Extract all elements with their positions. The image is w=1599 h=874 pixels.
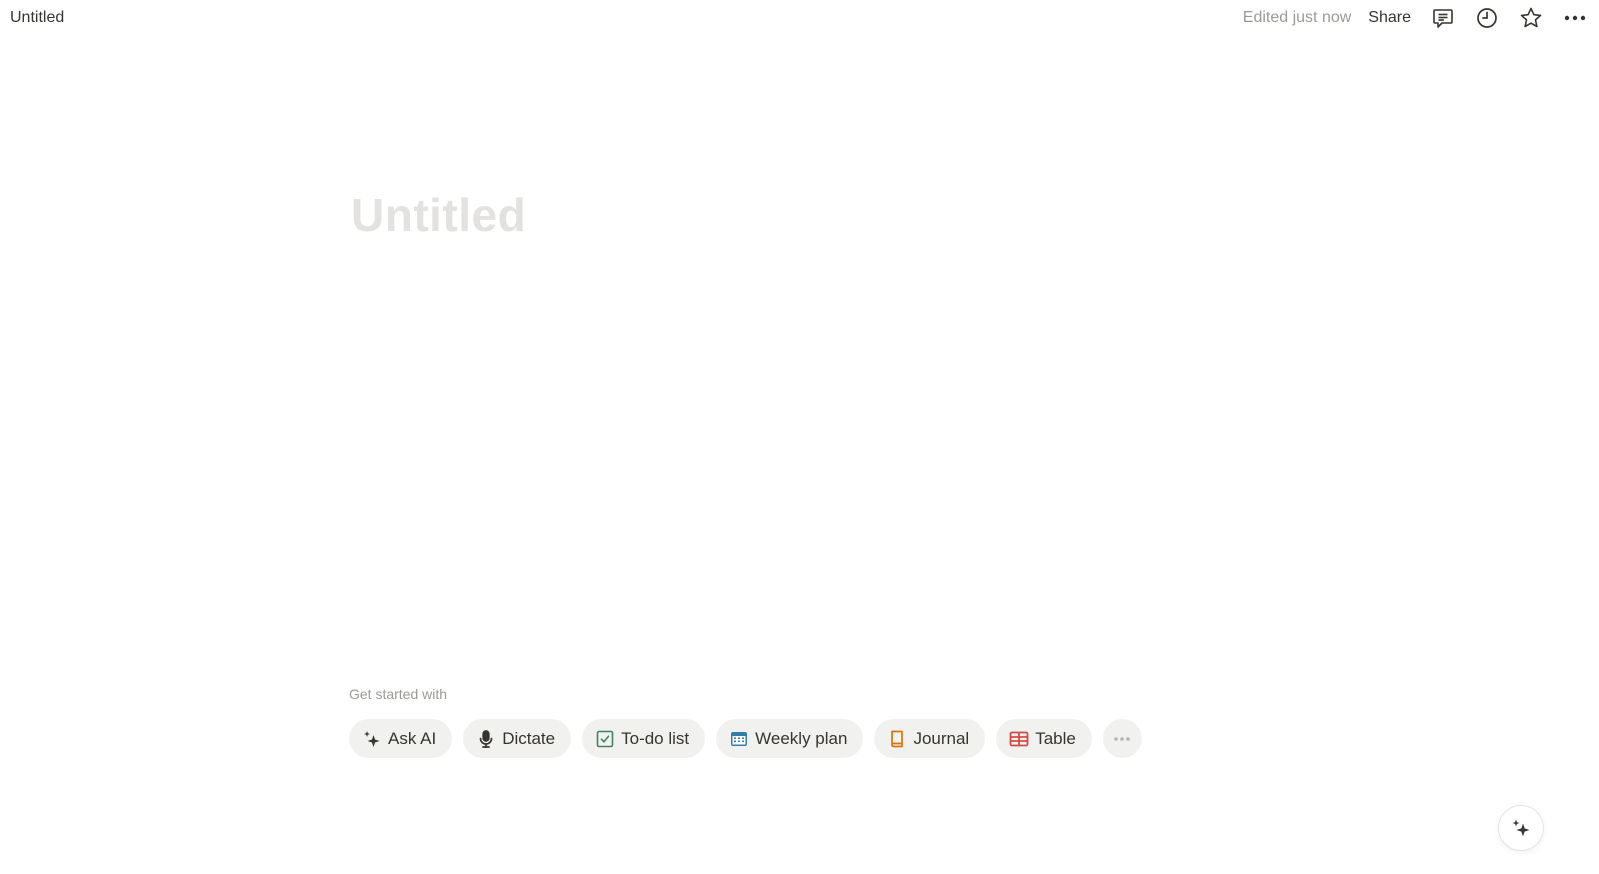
journal-chip[interactable]: Journal: [874, 719, 986, 758]
sparkles-icon: [362, 729, 382, 749]
todo-list-chip[interactable]: To-do list: [582, 719, 706, 758]
chip-label: Dictate: [502, 728, 556, 748]
top-bar-actions: Edited just now Share: [1243, 0, 1589, 36]
calendar-icon: [729, 729, 749, 749]
chip-label: To-do list: [621, 728, 690, 748]
book-icon: [887, 729, 907, 749]
more-options-button[interactable]: [1561, 4, 1589, 32]
get-started-chips: Ask AI Dictate To-do list Weekly plan Jo…: [349, 719, 1142, 758]
get-started-label: Get started with: [349, 686, 448, 702]
comments-button[interactable]: [1429, 4, 1457, 32]
more-options-icon: [1114, 736, 1131, 741]
favorite-star-icon: [1520, 7, 1542, 28]
history-clock-icon: [1477, 8, 1497, 28]
share-button[interactable]: Share: [1368, 9, 1411, 27]
edited-status: Edited just now: [1242, 9, 1352, 26]
chip-label: Table: [1035, 728, 1076, 748]
ask-ai-chip[interactable]: Ask AI: [349, 719, 453, 758]
ai-assistant-button[interactable]: [1498, 805, 1544, 851]
sparkles-icon: [1512, 819, 1530, 837]
top-bar: Untitled Edited just now Share: [0, 0, 1599, 36]
favorite-button[interactable]: [1517, 4, 1545, 32]
table-icon: [1009, 729, 1029, 749]
more-templates-chip[interactable]: [1102, 719, 1142, 758]
breadcrumb-page-title[interactable]: Untitled: [10, 7, 64, 29]
dictate-chip[interactable]: Dictate: [463, 719, 572, 758]
weekly-plan-chip[interactable]: Weekly plan: [716, 719, 864, 758]
chip-label: Ask AI: [388, 728, 437, 748]
checkbox-icon: [595, 729, 615, 749]
comments-icon: [1433, 9, 1453, 28]
chip-label: Weekly plan: [755, 728, 848, 748]
more-options-icon: [1564, 15, 1586, 21]
microphone-icon: [476, 729, 496, 749]
table-chip[interactable]: Table: [996, 719, 1092, 758]
history-button[interactable]: [1473, 4, 1501, 32]
chip-label: Journal: [913, 728, 970, 748]
page-title-input[interactable]: Untitled: [351, 188, 526, 242]
